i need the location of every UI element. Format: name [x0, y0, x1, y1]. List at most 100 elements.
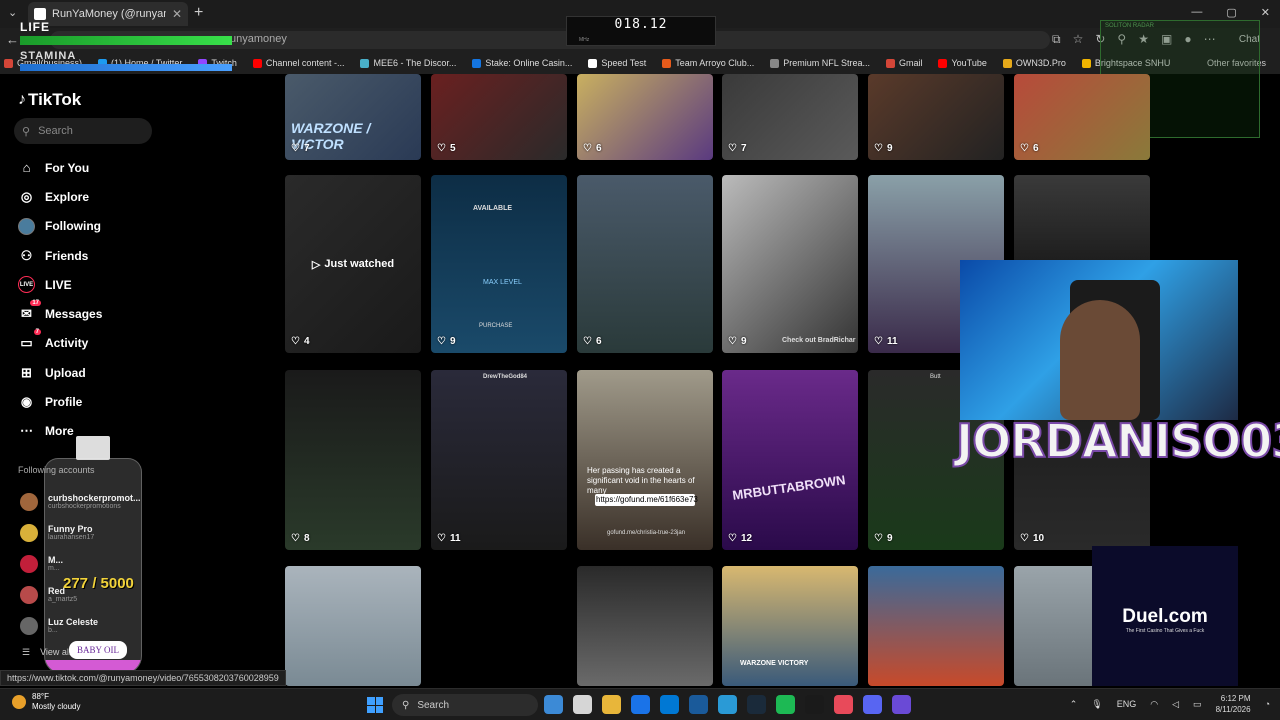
bookmark-item[interactable]: OWN3D.Pro: [1002, 58, 1066, 68]
like-count: ♡ 6: [583, 336, 602, 347]
fundraiser-link[interactable]: https://gofund.me/61f663e73: [595, 494, 698, 506]
video-tile[interactable]: [868, 566, 1004, 686]
clock[interactable]: 6:12 PM 8/11/2026: [1216, 693, 1251, 715]
video-tile[interactable]: ♡ 6: [577, 74, 713, 160]
heart-icon: ♡: [437, 143, 446, 154]
like-number: 10: [1032, 533, 1045, 544]
video-tile[interactable]: ♡ 6: [1014, 74, 1150, 160]
like-number: 8: [303, 533, 310, 544]
back-icon[interactable]: ←: [6, 32, 19, 47]
sidebar-item-upload[interactable]: ⊞ Upload: [18, 358, 102, 387]
sidebar-item-for-you[interactable]: ⌂ For You: [18, 153, 102, 182]
taskbar-app-icon[interactable]: [834, 695, 853, 714]
sidebar-item-activity[interactable]: ▭ 7 Activity: [18, 328, 102, 358]
video-tile[interactable]: ♡ 9: [868, 74, 1004, 160]
video-tile[interactable]: ♡ 8: [285, 370, 421, 550]
windows-start-icon[interactable]: [367, 697, 383, 713]
video-tile[interactable]: ♡ 5: [431, 74, 567, 160]
close-tab-icon[interactable]: ✕: [172, 7, 182, 21]
bookmark-item[interactable]: Channel content -...: [252, 58, 344, 68]
microphone-icon[interactable]: 🎙: [1091, 699, 1102, 710]
fundraiser-footer: gofund.me/christia-true-23jan: [607, 530, 686, 536]
tiktok-note-icon: ♪: [18, 91, 26, 108]
taskbar-app-icon[interactable]: [863, 695, 882, 714]
language-indicator[interactable]: ENG: [1117, 699, 1137, 709]
video-tile[interactable]: [577, 566, 713, 686]
overlay-purchase: PURCHASE: [479, 323, 513, 329]
video-tile[interactable]: ♡ 7: [722, 74, 858, 160]
video-tile[interactable]: MRBUTTABROWN ♡ 12: [722, 370, 858, 550]
live-icon: LIVE: [18, 276, 35, 294]
search-input[interactable]: ⚲ Search: [14, 118, 152, 144]
heart-icon: ♡: [874, 336, 883, 347]
close-window-icon[interactable]: ✕: [1261, 6, 1270, 19]
bookmark-item[interactable]: Stake: Online Casin...: [472, 58, 572, 68]
sidebar-item-explore[interactable]: ◎ Explore: [18, 182, 102, 211]
minimize-icon[interactable]: —: [1191, 6, 1202, 19]
bookmark-item[interactable]: Gmail: [885, 58, 923, 68]
sidebar-item-label: Upload: [45, 365, 86, 380]
tray-chevron-icon[interactable]: ⌃: [1070, 699, 1078, 710]
tiktok-logo[interactable]: ♪ TikTok: [18, 90, 81, 110]
battery-icon[interactable]: ▭: [1193, 699, 1202, 710]
bookmark-item[interactable]: YouTube: [938, 58, 987, 68]
taskbar-app-icon[interactable]: [544, 695, 563, 714]
window-controls: — ▢ ✕: [1191, 6, 1270, 19]
bookmark-label: Gmail: [898, 58, 923, 68]
heart-icon: ♡: [728, 336, 737, 347]
frequency-unit: MHz: [579, 37, 590, 43]
taskbar-app-icon[interactable]: [718, 695, 737, 714]
taskbar-app-icon[interactable]: [747, 695, 766, 714]
video-tile[interactable]: DrewTheGod84 ♡ 11: [431, 370, 567, 550]
taskbar-app-icon[interactable]: [689, 695, 708, 714]
bookmark-item[interactable]: MEE6 - The Discor...: [360, 58, 456, 68]
volume-icon[interactable]: ◁: [1172, 699, 1179, 710]
video-tile[interactable]: ▷ Just watched ♡ 4: [285, 175, 421, 353]
like-count: ♡ 6: [1020, 143, 1039, 154]
taskbar-app-icon[interactable]: [805, 695, 824, 714]
video-tile[interactable]: ♡ 6: [577, 175, 713, 353]
tab-menu-icon[interactable]: ⌄: [8, 6, 17, 19]
taskbar-app-icon[interactable]: [892, 695, 911, 714]
taskbar-app-icon[interactable]: [631, 695, 650, 714]
list-icon: ☰: [22, 647, 31, 657]
taskbar-app-icon[interactable]: [602, 695, 621, 714]
heart-icon: ♡: [583, 336, 592, 347]
video-tile[interactable]: WARZONE / VICTOR ♡ 7: [285, 74, 421, 160]
sidebar-item-label: Following: [45, 219, 101, 234]
taskbar-app-icon[interactable]: [573, 695, 592, 714]
sidebar-item-profile[interactable]: ◉ Profile: [18, 387, 102, 416]
video-tile[interactable]: AVAILABLE MAX LEVEL PURCHASE ♡ 9: [431, 175, 567, 353]
bookmark-item[interactable]: Premium NFL Strea...: [770, 58, 870, 68]
upload-icon: ⊞: [18, 364, 35, 381]
notifications-icon[interactable]: ◔: [1265, 699, 1270, 709]
bookmark-item[interactable]: Speed Test: [588, 58, 646, 68]
split-screen-icon[interactable]: ⧉: [1052, 32, 1061, 47]
taskbar-search[interactable]: ⚲ Search: [392, 694, 538, 716]
maximize-icon[interactable]: ▢: [1226, 6, 1236, 19]
like-number: 9: [886, 533, 893, 544]
weather-widget[interactable]: 88°F Mostly cloudy: [12, 692, 80, 712]
new-tab-icon[interactable]: +: [194, 4, 203, 22]
bookmark-favicon-icon: [770, 58, 780, 68]
video-tile[interactable]: Her passing has created a significant vo…: [577, 370, 713, 550]
sidebar-item-friends[interactable]: ⚇ Friends: [18, 241, 102, 270]
video-tile[interactable]: WARZONE VICTORY: [722, 566, 858, 686]
heart-icon: ♡: [728, 533, 737, 544]
favorite-star-icon[interactable]: ☆: [1073, 32, 1084, 47]
video-tile[interactable]: Check out BradRichar ♡ 9: [722, 175, 858, 353]
sidebar-item-live[interactable]: LIVE LIVE: [18, 270, 102, 299]
like-number: 5: [449, 143, 456, 154]
sidebar-item-messages[interactable]: ✉ 17 Messages: [18, 299, 102, 328]
more-icon-glyph: ⋯: [20, 423, 33, 439]
sidebar-item-following[interactable]: Following: [18, 212, 102, 241]
wifi-icon[interactable]: ◠: [1150, 699, 1158, 710]
bookmark-item[interactable]: Team Arroyo Club...: [662, 58, 754, 68]
video-tile[interactable]: [431, 566, 567, 686]
video-tile[interactable]: [285, 566, 421, 686]
windows-taskbar: 88°F Mostly cloudy ⚲ Search ⌃ 🎙 ENG ◠ ◁ …: [0, 688, 1280, 720]
browser-tab[interactable]: RunYaMoney (@runyamoney) | Tik ✕: [28, 2, 188, 26]
taskbar-app-icon[interactable]: [660, 695, 679, 714]
taskbar-app-icon[interactable]: [776, 695, 795, 714]
like-count: ♡ 7: [291, 143, 310, 154]
